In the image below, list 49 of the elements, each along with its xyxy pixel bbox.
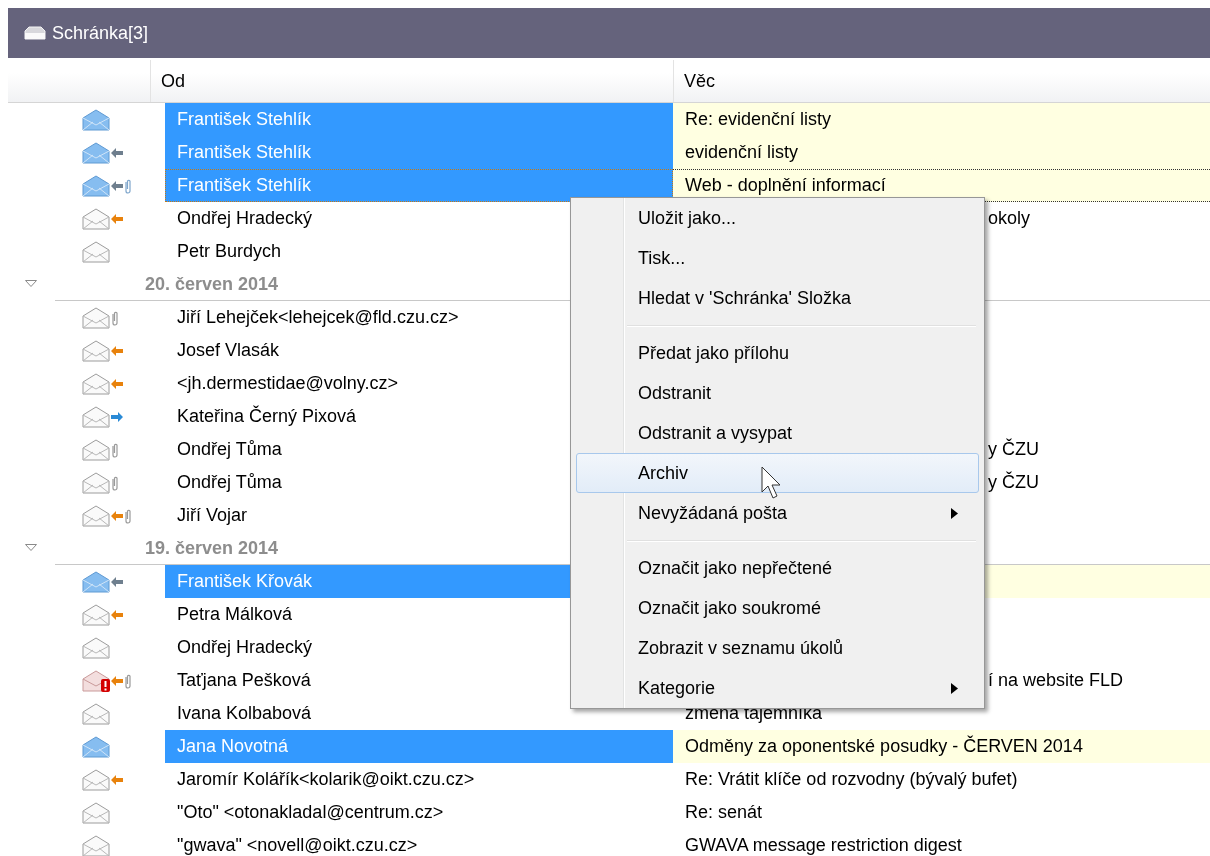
subject-text: Web - doplnění informací xyxy=(685,175,886,196)
sender-name: <jh.dermestidae@volny.cz> xyxy=(177,373,399,394)
menu-item[interactable]: Odstranit xyxy=(576,373,979,413)
column-header[interactable]: Od xyxy=(150,60,673,102)
sender-name: Ondřej Tůma xyxy=(177,472,282,493)
menu-item[interactable]: Odstranit a vysypat xyxy=(576,413,979,453)
subject-text: y ČZU xyxy=(988,472,1039,493)
expander-icon[interactable] xyxy=(25,544,37,552)
sender-name: Ondřej Hradecký xyxy=(177,208,313,229)
sender-name: Jana Novotná xyxy=(177,736,289,757)
menu-item[interactable]: Hledat v 'Schránka' Složka xyxy=(576,278,979,318)
sender-name: František Křovák xyxy=(177,571,313,592)
sender-name: Ivana Kolbabová xyxy=(177,703,312,724)
menu-item[interactable]: Tisk... xyxy=(576,238,979,278)
menu-item[interactable]: Zobrazit v seznamu úkolů xyxy=(576,628,979,668)
subject-text: í na website FLD xyxy=(988,670,1124,691)
sender-name: Ondřej Hradecký xyxy=(177,637,313,658)
mouse-cursor-icon xyxy=(761,466,783,500)
subject-text: Re: evidenční listy xyxy=(685,109,832,130)
sender-name: Josef Vlasák xyxy=(177,340,280,361)
subject-text: okoly xyxy=(988,208,1031,229)
sender-name: František Stehlík xyxy=(177,109,312,130)
sender-name: Ondřej Tůma xyxy=(177,439,282,460)
sender-name: Petra Málková xyxy=(177,604,293,625)
sender-name: Jiří Vojar xyxy=(177,505,248,526)
menu-item[interactable]: Nevyžádaná pošta xyxy=(576,493,979,533)
inbox-icon xyxy=(24,26,46,40)
sender-name: Jaromír Kolářík<kolarik@oikt.czu.cz> xyxy=(177,769,475,790)
subject-text: y ČZU xyxy=(988,439,1039,460)
sender-name: Jiří Lehejček<lehejcek@fld.czu.cz> xyxy=(177,307,459,328)
sender-name: František Stehlík xyxy=(177,175,312,196)
date-group-label: 19. červen 2014 xyxy=(145,538,279,559)
sender-name: Kateřina Černý Pixová xyxy=(177,406,357,427)
menu-item[interactable]: Archiv xyxy=(576,453,979,493)
sender-name: Taťjana Pešková xyxy=(177,670,311,691)
date-group-label: 20. červen 2014 xyxy=(145,274,279,295)
subject-text: Odměny za oponentské posudky - ČERVEN 2014 xyxy=(685,736,1083,757)
column-header[interactable]: Věc xyxy=(673,60,1210,102)
subject-text: Re: senát xyxy=(685,802,763,823)
subject-text: Re: Vrátit klíče od rozvodny (bývalý bufet) xyxy=(685,769,1018,790)
sender-name: "Oto" <otonakladal@centrum.cz> xyxy=(177,802,444,823)
folder-title: Schránka[3] xyxy=(52,22,149,44)
subject-text: evidenční listy xyxy=(685,142,799,163)
expander-icon[interactable] xyxy=(25,280,37,288)
sender-name: "gwava" <novell@oikt.czu.cz> xyxy=(177,835,418,856)
menu-item[interactable]: Předat jako přílohu xyxy=(576,333,979,373)
subject-text: GWAVA message restriction digest xyxy=(685,835,962,856)
sender-name: Petr Burdych xyxy=(177,241,282,262)
sender-name: František Stehlík xyxy=(177,142,312,163)
